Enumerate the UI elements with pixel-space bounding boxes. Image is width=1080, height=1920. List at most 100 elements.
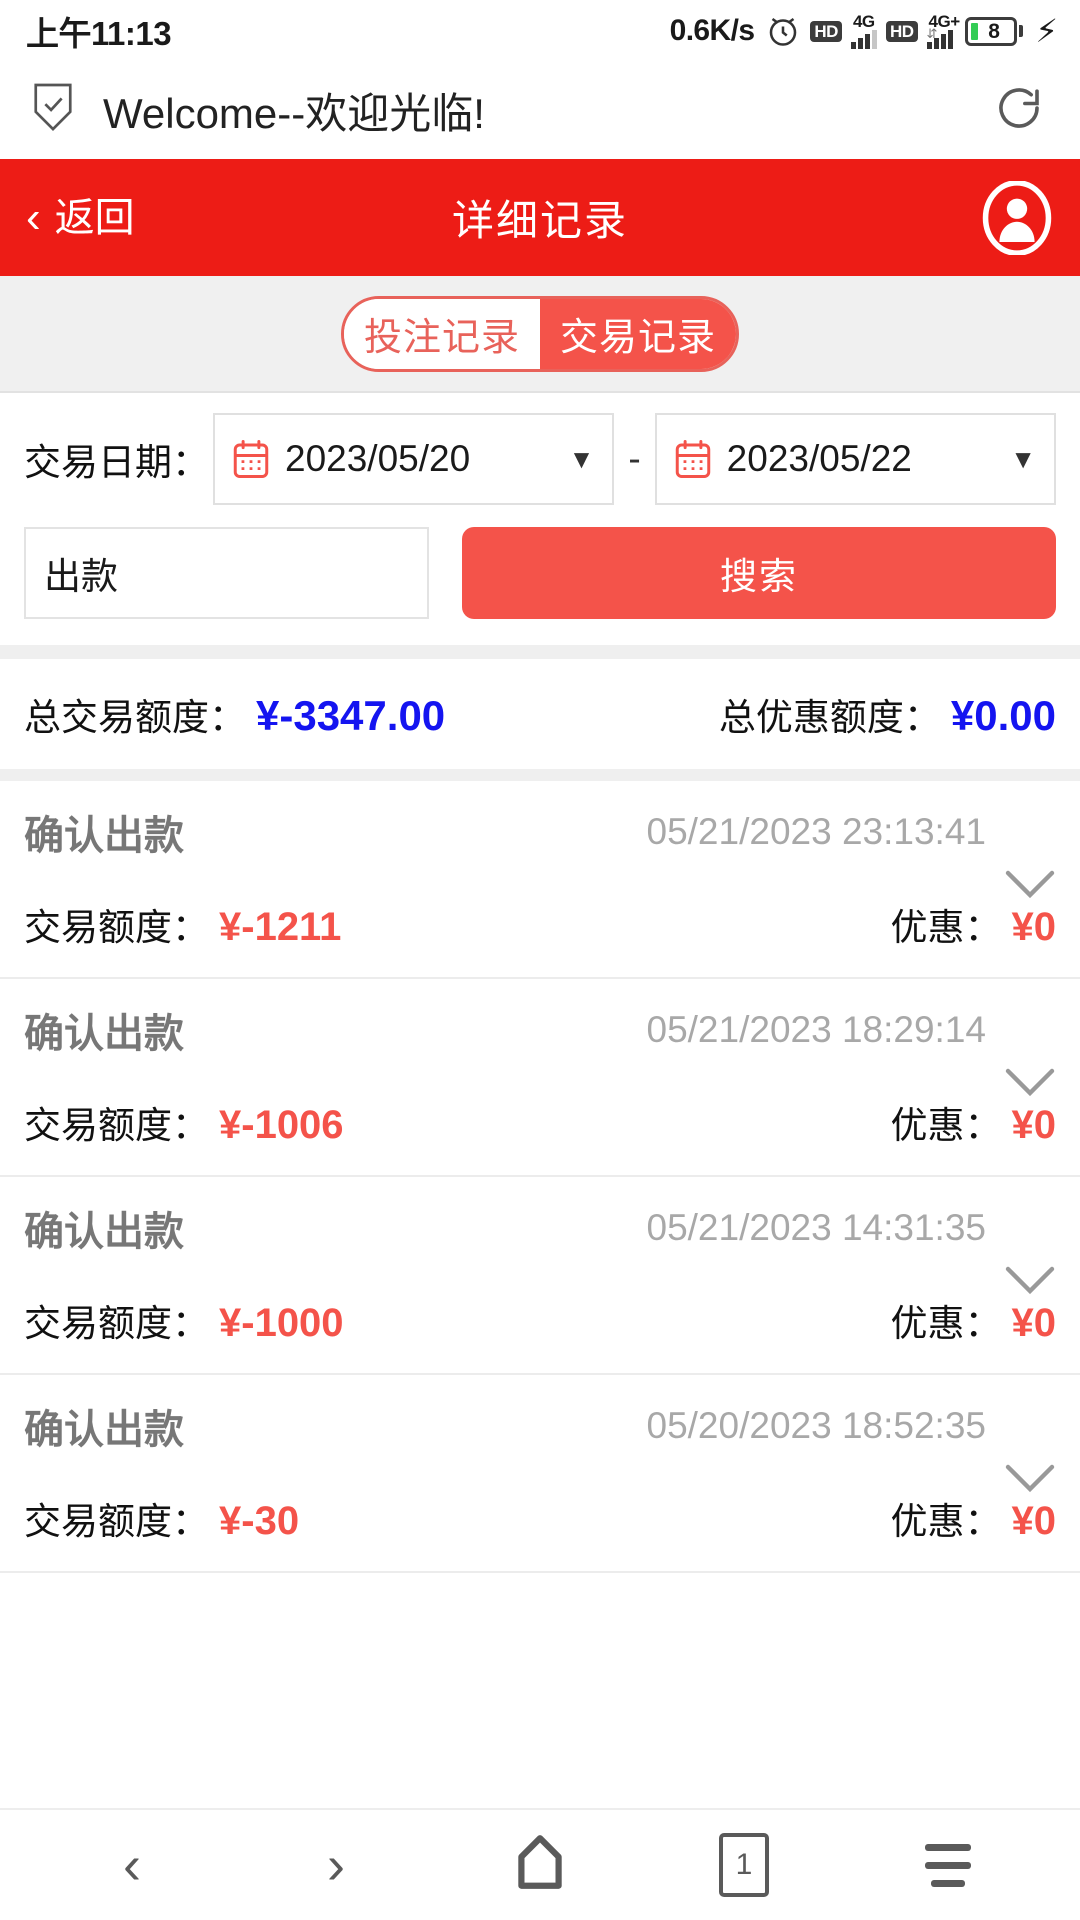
date-from-value: 2023/05/20: [285, 438, 471, 479]
signal-indicator-sim1: 4G: [850, 12, 877, 49]
transaction-time: 05/20/2023 18:52:35: [646, 1405, 987, 1446]
transaction-details: 交易额度： ¥-1000 优惠： ¥0: [24, 1293, 1056, 1347]
filter-panel: 交易日期： 2023/05/20 ▼ - 2023/05/22 ▼ 出款 搜索: [0, 393, 1080, 659]
chevron-right-icon: ›: [327, 1835, 345, 1895]
nav-home-button[interactable]: [480, 1820, 600, 1910]
total-amount-value: ¥-3347.00: [256, 692, 446, 739]
record-type-segmented-control: 投注记录 交易记录: [340, 295, 740, 372]
tab-count-badge: 1: [719, 1833, 769, 1897]
transaction-bonus-value: ¥0: [1011, 1499, 1057, 1543]
chevron-down-icon[interactable]: [1002, 1461, 1058, 1502]
signal-indicator-sim2: 4G+ ⇵: [926, 13, 960, 49]
transaction-bonus-label: 优惠：: [890, 1501, 1002, 1542]
summary-bar: 总交易额度： ¥-3347.00 总优惠额度： ¥0.00: [0, 659, 1080, 781]
battery-cap: [1018, 25, 1023, 37]
date-filter-label: 交易日期：: [24, 442, 209, 483]
status-badge: 确认出款: [24, 1210, 184, 1254]
user-avatar-icon[interactable]: [980, 180, 1054, 255]
transaction-header: 确认出款 05/21/2023 18:29:14: [24, 1001, 1056, 1059]
transaction-time: 05/21/2023 14:31:35: [646, 1207, 987, 1248]
phone-screen: 上午11:13 0.6K/s HD 4G HD 4G+ ⇵ 8 ⚡ Welcom…: [0, 0, 1080, 1920]
status-bar: 上午11:13 0.6K/s HD 4G HD 4G+ ⇵ 8 ⚡: [0, 0, 1080, 62]
chevron-down-icon[interactable]: [1002, 867, 1058, 908]
transaction-amount-value: ¥-30: [219, 1499, 300, 1543]
total-bonus-group: 总优惠额度： ¥0.00: [719, 687, 1056, 741]
tab-betting-records[interactable]: 投注记录: [343, 298, 540, 369]
transaction-header: 确认出款 05/20/2023 18:52:35: [24, 1397, 1056, 1455]
chevron-down-icon[interactable]: [1002, 1065, 1058, 1106]
total-amount-label: 总交易额度：: [24, 697, 246, 738]
battery-level-text: 8: [988, 19, 1000, 43]
date-to-field[interactable]: 2023/05/22 ▼: [654, 413, 1057, 505]
chevron-left-icon: ‹: [26, 192, 41, 242]
nav-forward-button[interactable]: ›: [276, 1820, 396, 1910]
transaction-type-input[interactable]: 出款: [24, 527, 429, 619]
nav-back-button[interactable]: ‹: [72, 1820, 192, 1910]
tab-transaction-records[interactable]: 交易记录: [540, 298, 737, 369]
battery-indicator: 8: [964, 16, 1023, 46]
app-header: ‹ 返回 详细记录: [0, 159, 1080, 276]
home-icon: [512, 1832, 568, 1899]
transaction-bonus-value: ¥0: [1011, 1301, 1057, 1345]
transaction-amount-group: 交易额度： ¥-1000: [24, 1293, 344, 1347]
signal-type-label-sim1: 4G: [852, 12, 875, 31]
transaction-bonus-label: 优惠：: [890, 1303, 1002, 1344]
table-row[interactable]: 确认出款 05/20/2023 18:52:35 交易额度： ¥-30 优惠： ¥0: [0, 1375, 1080, 1573]
battery-fill: [970, 22, 978, 40]
search-button[interactable]: 搜索: [462, 527, 1056, 619]
transaction-list[interactable]: 确认出款 05/21/2023 23:13:41 交易额度： ¥-1211 优惠：…: [0, 781, 1080, 1808]
calendar-icon: [673, 438, 713, 480]
type-search-row: 出款 搜索: [24, 527, 1056, 619]
transaction-amount-group: 交易额度： ¥-1006: [24, 1095, 344, 1149]
total-bonus-value: ¥0.00: [950, 692, 1056, 739]
chevron-down-icon: ▼: [568, 444, 595, 474]
shield-check-icon[interactable]: [30, 81, 76, 140]
status-clock: 上午11:13: [26, 15, 172, 52]
status-badge: 确认出款: [24, 1012, 184, 1056]
transaction-details: 交易额度： ¥-1006 优惠： ¥0: [24, 1095, 1056, 1149]
signal-bars-sim1: [850, 29, 877, 49]
header-back-label: 返回: [54, 195, 135, 240]
hd-badge-sim2: HD: [885, 20, 918, 42]
table-row[interactable]: 确认出款 05/21/2023 23:13:41 交易额度： ¥-1211 优惠：…: [0, 781, 1080, 979]
transaction-amount-value: ¥-1000: [219, 1301, 344, 1345]
transaction-amount-label: 交易额度：: [24, 1501, 209, 1542]
transaction-amount-label: 交易额度：: [24, 907, 209, 948]
date-from-field[interactable]: 2023/05/20 ▼: [213, 413, 615, 505]
app-title: 详细记录: [451, 197, 628, 244]
table-row[interactable]: 确认出款 05/21/2023 18:29:14 交易额度： ¥-1006 优惠：…: [0, 979, 1080, 1177]
transaction-amount-value: ¥-1006: [219, 1103, 344, 1147]
battery-body: 8: [964, 16, 1017, 46]
data-transfer-arrows-icon: ⇵: [926, 26, 938, 41]
browser-bottom-nav: ‹ › 1: [0, 1808, 1080, 1920]
calendar-icon: [231, 438, 271, 480]
status-badge: 确认出款: [24, 814, 184, 858]
nav-tabs-button[interactable]: 1: [684, 1820, 804, 1910]
transaction-amount-group: 交易额度： ¥-30: [24, 1491, 299, 1545]
total-bonus-label: 总优惠额度：: [718, 697, 941, 738]
network-speed: 0.6K/s: [669, 14, 755, 47]
transaction-amount-label: 交易额度：: [24, 1303, 209, 1344]
transaction-bonus-value: ¥0: [1011, 1103, 1057, 1147]
transaction-bonus-label: 优惠：: [890, 907, 1002, 948]
transaction-amount-group: 交易额度： ¥-1211: [24, 897, 341, 951]
nav-menu-button[interactable]: [888, 1820, 1008, 1910]
transaction-header: 确认出款 05/21/2023 14:31:35: [24, 1199, 1056, 1257]
header-back-button[interactable]: ‹ 返回: [26, 192, 135, 242]
total-amount-group: 总交易额度： ¥-3347.00: [24, 687, 445, 741]
chevron-down-icon[interactable]: [1002, 1263, 1058, 1304]
date-range-separator: -: [628, 438, 641, 479]
date-to-value: 2023/05/22: [726, 438, 912, 479]
status-badge: 确认出款: [24, 1408, 184, 1452]
transaction-header: 确认出款 05/21/2023 23:13:41: [24, 803, 1056, 861]
transaction-amount-label: 交易额度：: [24, 1105, 209, 1146]
transaction-time: 05/21/2023 23:13:41: [646, 811, 987, 852]
table-row[interactable]: 确认出款 05/21/2023 14:31:35 交易额度： ¥-1000 优惠：…: [0, 1177, 1080, 1375]
reload-icon[interactable]: [992, 81, 1046, 140]
transaction-details: 交易额度： ¥-30 优惠： ¥0: [24, 1491, 1056, 1545]
date-filter-row: 交易日期： 2023/05/20 ▼ - 2023/05/22 ▼: [24, 413, 1057, 505]
alarm-clock-icon: [765, 13, 801, 49]
status-indicators: 0.6K/s HD 4G HD 4G+ ⇵ 8 ⚡: [670, 13, 1058, 49]
hamburger-menu-icon: [925, 1843, 971, 1887]
transaction-details: 交易额度： ¥-1211 优惠： ¥0: [24, 897, 1056, 951]
